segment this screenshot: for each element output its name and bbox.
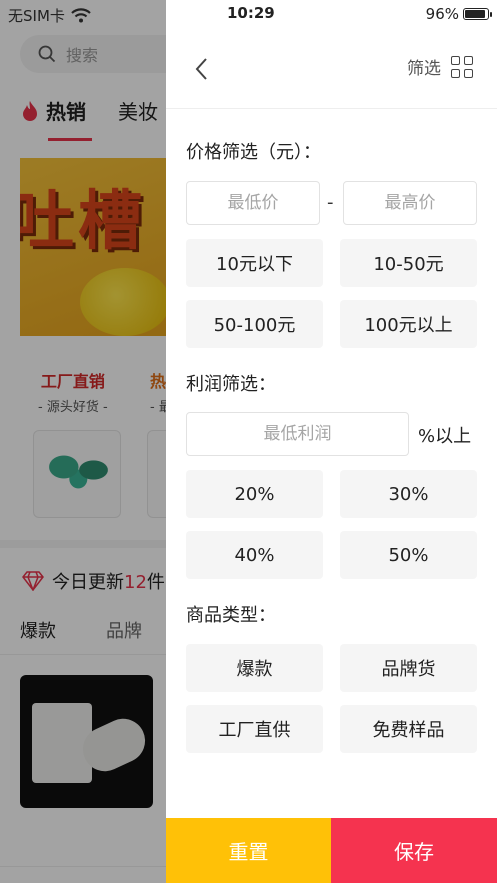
price-option[interactable]: 100元以上	[340, 300, 477, 348]
profit-option[interactable]: 50%	[340, 531, 477, 579]
profit-suffix: %以上	[418, 426, 472, 447]
wifi-icon	[71, 8, 91, 23]
min-profit-input[interactable]	[186, 412, 409, 456]
profit-option[interactable]: 20%	[186, 470, 323, 518]
type-option[interactable]: 爆款	[186, 644, 323, 692]
battery-status: 96%	[425, 5, 492, 23]
range-separator: -	[327, 192, 334, 213]
type-option[interactable]: 品牌货	[340, 644, 477, 692]
type-option[interactable]: 工厂直供	[186, 705, 323, 753]
carrier-info: 无SIM卡	[8, 5, 91, 26]
price-option[interactable]: 10-50元	[340, 239, 477, 287]
grid-icon	[451, 55, 473, 78]
profit-heading: 利润筛选：	[186, 374, 276, 395]
battery-icon	[463, 8, 492, 20]
price-option[interactable]: 50-100元	[186, 300, 323, 348]
filter-title-label: 筛选	[407, 59, 441, 79]
profit-option[interactable]: 40%	[186, 531, 323, 579]
max-price-input[interactable]	[343, 181, 477, 225]
type-option[interactable]: 免费样品	[340, 705, 477, 753]
reset-button[interactable]: 重置	[166, 818, 331, 883]
battery-level	[465, 10, 486, 18]
price-option[interactable]: 10元以下	[186, 239, 323, 287]
status-bar: 无SIM卡 10:29 96%	[0, 0, 497, 28]
profit-option[interactable]: 30%	[340, 470, 477, 518]
filter-title[interactable]: 筛选	[407, 54, 473, 79]
filter-drawer: 筛选 价格筛选（元）： - 10元以下 10-50元 50-100元 100元以…	[166, 0, 497, 883]
carrier-label: 无SIM卡	[8, 7, 65, 25]
type-heading: 商品类型：	[186, 605, 276, 626]
save-button[interactable]: 保存	[331, 818, 497, 883]
clock: 10:29	[227, 4, 275, 22]
battery-percent: 96%	[425, 5, 459, 23]
min-price-input[interactable]	[186, 181, 320, 225]
price-heading: 价格筛选（元）：	[186, 142, 321, 163]
drawer-header: 筛选	[166, 28, 497, 109]
chevron-left-icon	[195, 58, 207, 80]
back-button[interactable]	[190, 54, 216, 84]
